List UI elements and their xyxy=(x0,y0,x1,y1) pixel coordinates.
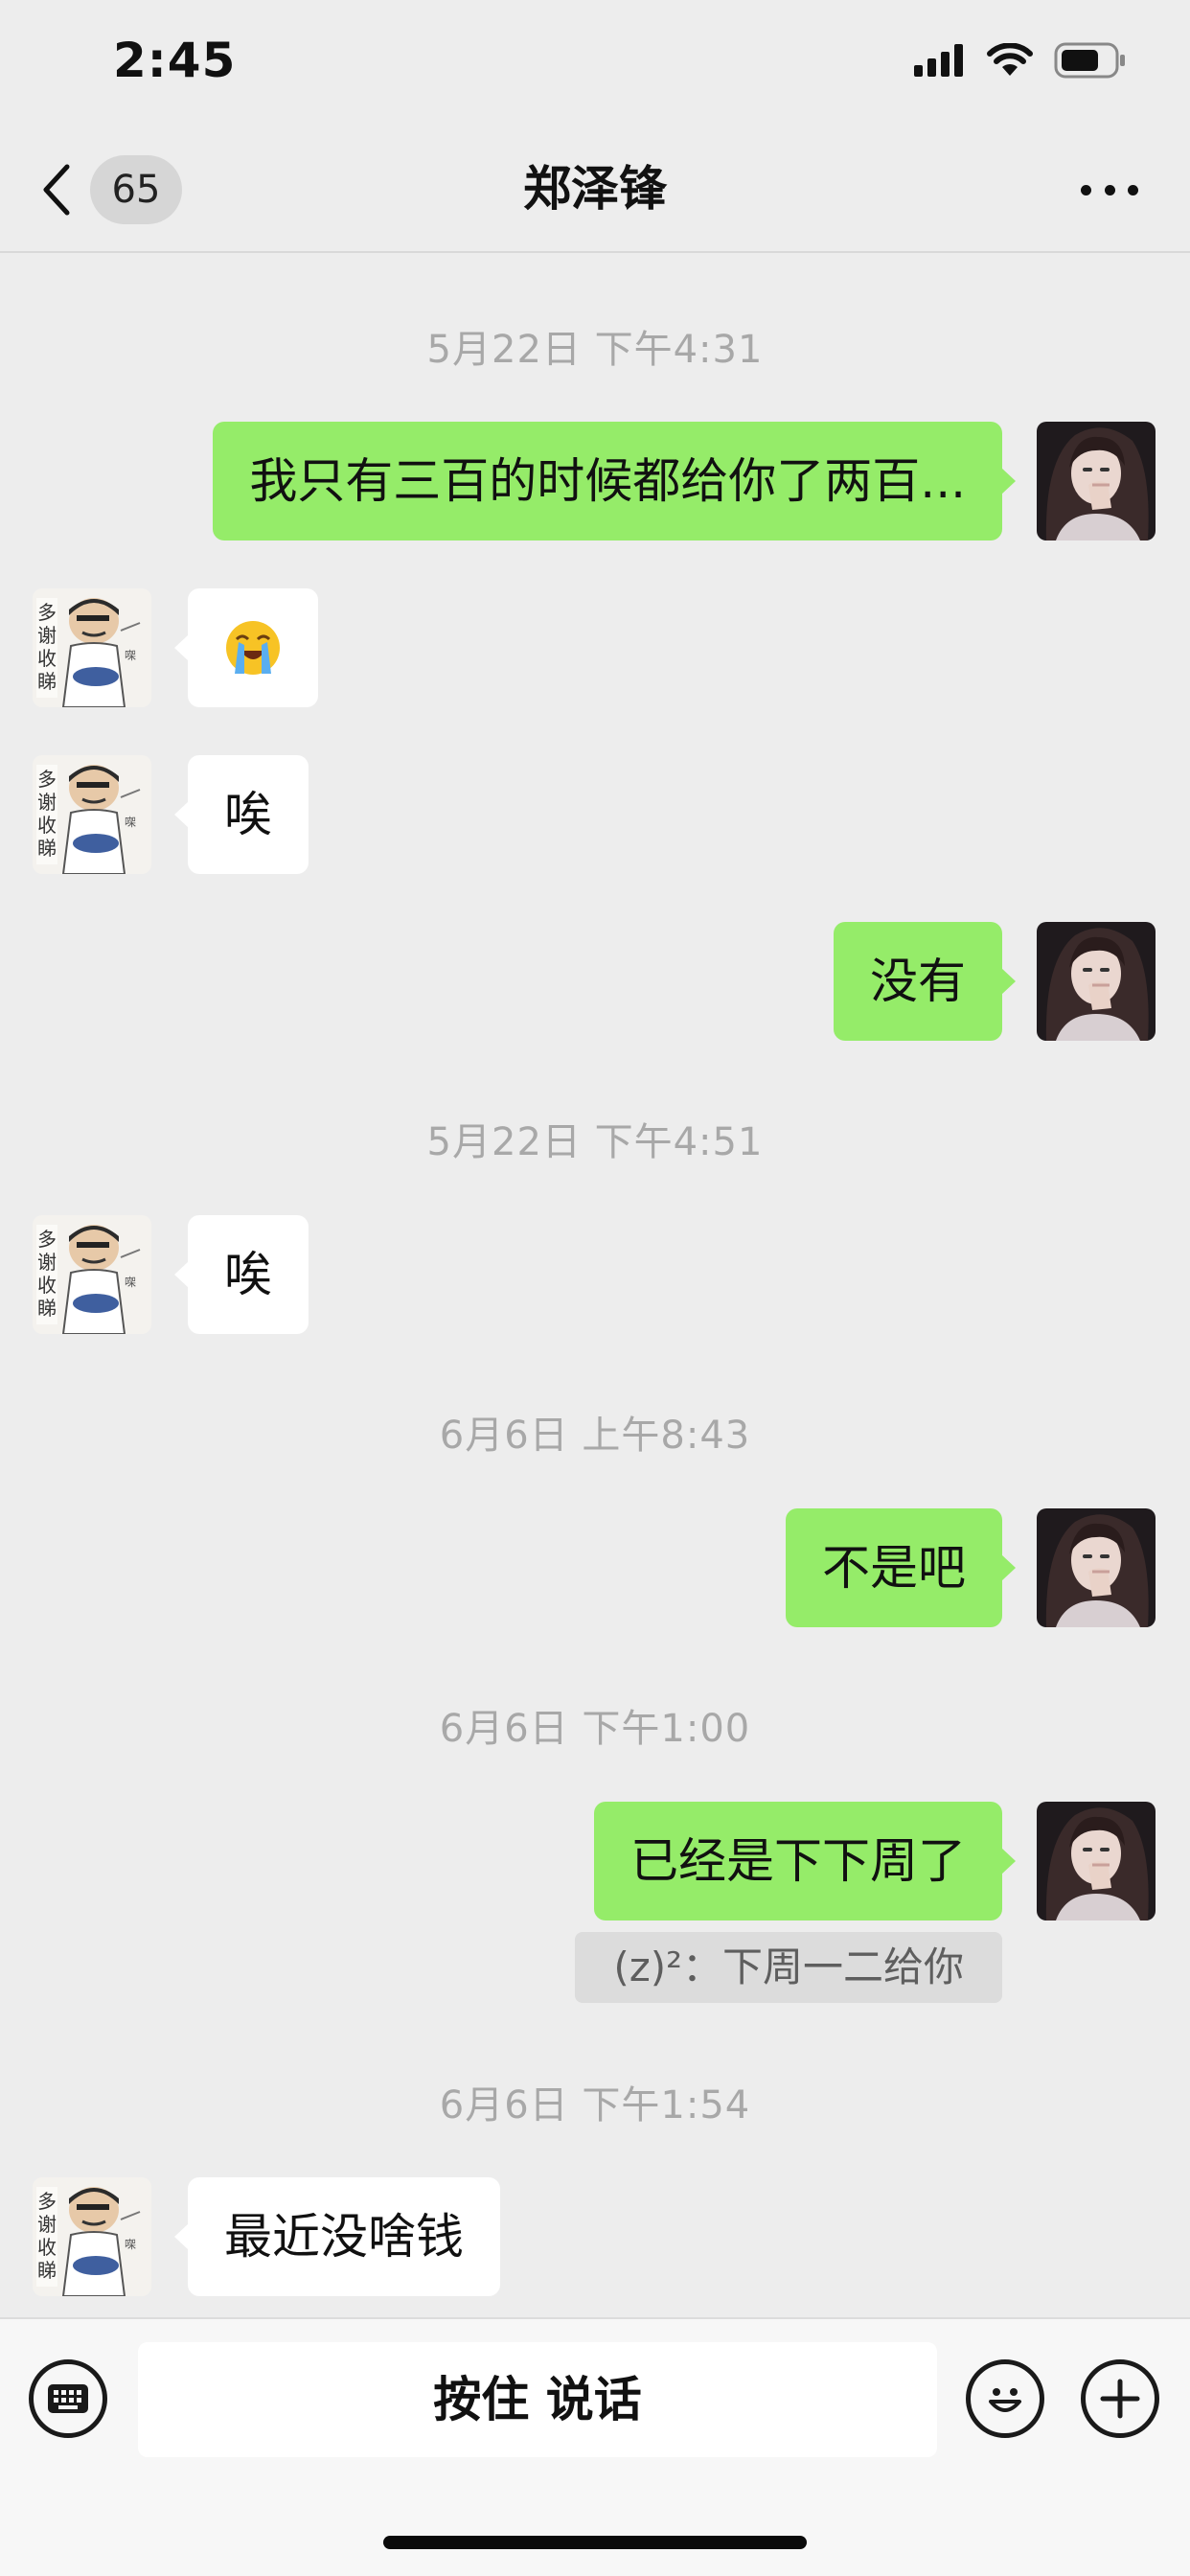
message-timestamp: 5月22日 下午4:31 xyxy=(426,328,764,372)
received-message-bubble[interactable]: 唉 xyxy=(174,755,309,874)
keyboard-toggle-button[interactable] xyxy=(29,2359,107,2438)
status-icons xyxy=(914,42,1127,79)
message-timestamp: 5月22日 下午4:51 xyxy=(426,1120,764,1164)
emoji-icon xyxy=(989,2388,1021,2412)
home-indicator[interactable] xyxy=(383,2536,807,2549)
sent-message-bubble[interactable]: 没有 xyxy=(834,922,1016,1041)
emoji-button[interactable] xyxy=(966,2359,1044,2438)
self-avatar[interactable] xyxy=(1037,422,1156,540)
contact-avatar[interactable] xyxy=(33,2177,151,2296)
more-dot-icon xyxy=(1104,184,1115,196)
quoted-reply[interactable]: (z)²：下周一二给你 xyxy=(575,1932,1002,2003)
sent-message-bubble[interactable]: 我只有三百的时候都给你了两百... xyxy=(213,422,1016,540)
wifi-icon xyxy=(987,43,1033,78)
unread-count-badge: 65 xyxy=(90,155,182,224)
message-timestamp: 6月6日 下午1:00 xyxy=(439,1707,751,1751)
cellular-signal-icon xyxy=(914,44,966,77)
battery-icon xyxy=(1054,42,1127,79)
message-timestamp: 6月6日 上午8:43 xyxy=(439,1414,751,1458)
input-bar: 按住 说话 xyxy=(0,2317,1190,2576)
sent-message-bubble[interactable]: 不是吧 xyxy=(786,1508,1016,1627)
contact-avatar[interactable] xyxy=(33,755,151,874)
keyboard-icon xyxy=(48,2384,88,2413)
back-button[interactable]: 65 xyxy=(40,155,182,224)
status-bar: 2:45 xyxy=(0,0,1190,126)
self-avatar[interactable] xyxy=(1037,1508,1156,1627)
more-options-button[interactable] xyxy=(1081,167,1138,213)
contact-avatar[interactable] xyxy=(33,588,151,707)
received-emoji-bubble[interactable] xyxy=(174,588,318,707)
received-message-bubble[interactable]: 唉 xyxy=(174,1215,309,1334)
message-timestamp: 6月6日 下午1:54 xyxy=(439,2083,751,2128)
plus-icon xyxy=(1100,2379,1140,2419)
more-dot-icon xyxy=(1128,184,1138,196)
chat-messages[interactable]: 5月22日 下午4:31 我只有三百的时候都给你了两百... 唉 没有 5月22… xyxy=(0,255,1190,2317)
more-dot-icon xyxy=(1081,184,1091,196)
self-avatar[interactable] xyxy=(1037,1802,1156,1920)
nav-bar: 65 郑泽锋 xyxy=(0,126,1190,253)
self-avatar[interactable] xyxy=(1037,922,1156,1041)
chevron-left-icon xyxy=(43,164,70,216)
status-time: 2:45 xyxy=(113,33,237,88)
loudly-crying-face-icon xyxy=(226,621,280,675)
received-message-bubble[interactable]: 最近没啥钱 xyxy=(174,2177,500,2296)
more-functions-button[interactable] xyxy=(1081,2359,1159,2438)
sent-message-bubble[interactable]: 已经是下下周了 xyxy=(594,1802,1016,1920)
contact-avatar[interactable] xyxy=(33,1215,151,1334)
hold-to-talk-button[interactable]: 按住 说话 xyxy=(138,2342,937,2457)
